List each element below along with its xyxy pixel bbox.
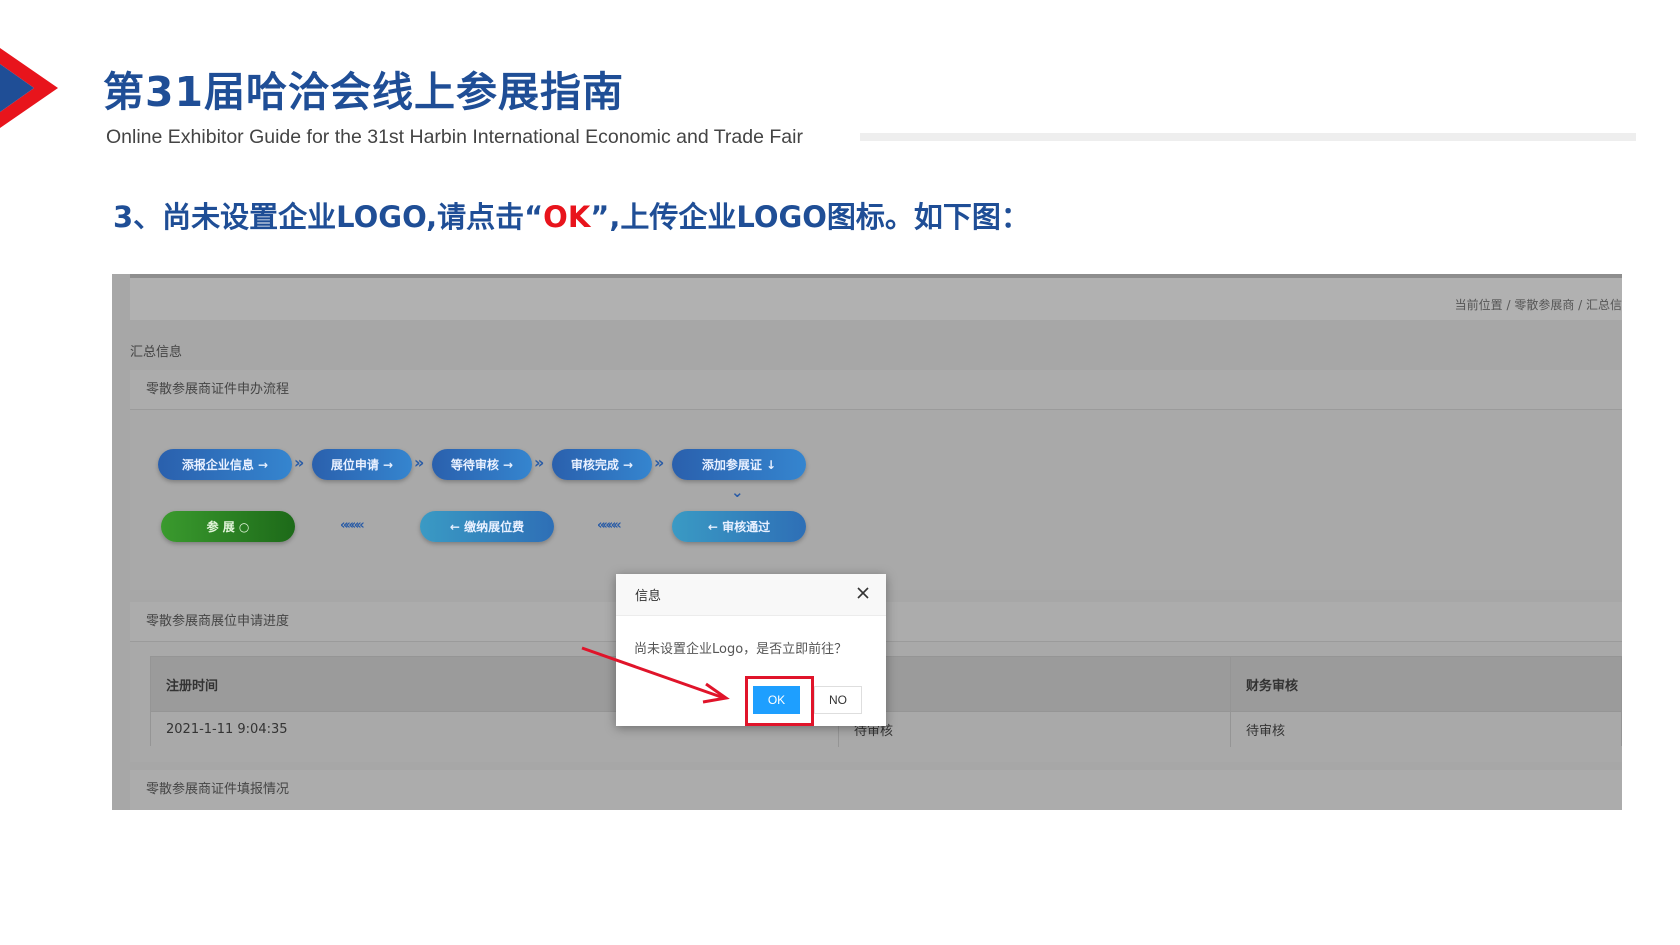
table-cell: 待审核 <box>1246 724 1286 739</box>
ok-highlight-box <box>745 676 814 726</box>
no-button[interactable]: NO <box>814 686 862 714</box>
dialog-title: 信息 <box>616 574 886 616</box>
summary-label: 汇总信息 <box>130 345 183 360</box>
flow-step-booth-apply[interactable]: 展位申请 → <box>312 449 412 480</box>
instruction-highlight: OK <box>543 200 591 234</box>
flow-left-chevron-icon: «««« <box>340 518 365 533</box>
cert-panel: 零散参展商证件填报情况 <box>130 770 1622 810</box>
flow-chevron-icon: » <box>294 453 305 472</box>
flow-step-pending-review[interactable]: 等待审核 → <box>432 449 532 480</box>
screenshot-topbar: 当前位置 / 零散参展商 / 汇总信 <box>130 274 1622 320</box>
table-row: 2021-1-11 9:04:35 待审核 待审核 <box>151 711 1621 747</box>
close-icon[interactable] <box>856 586 870 600</box>
subtitle-divider <box>860 133 1636 141</box>
page-subtitle: Online Exhibitor Guide for the 31st Harb… <box>106 126 803 148</box>
flow-chevron-icon: » <box>414 453 425 472</box>
pointer-arrow-icon <box>581 646 730 704</box>
table-header-row: 注册时间 审核 财务审核 <box>151 657 1621 711</box>
flow-step-exhibit[interactable]: 参 展 ○ <box>161 511 295 542</box>
table-cell: 待审核 <box>839 712 1231 747</box>
flow-step-review-done[interactable]: 审核完成 → <box>552 449 652 480</box>
column-header: 财务审核 <box>1246 678 1299 694</box>
breadcrumb: 当前位置 / 零散参展商 / 汇总信 <box>1454 298 1622 312</box>
flow-step-approved[interactable]: ← 审核通过 <box>672 511 806 542</box>
flow-left-chevron-icon: «««« <box>597 518 622 533</box>
instruction-prefix: 3、尚未设置企业LOGO,请点击“ <box>113 200 544 234</box>
instruction-text: 3、尚未设置企业LOGO,请点击“OK”,上传企业LOGO图标。如下图： <box>113 194 1030 236</box>
progress-table: 注册时间 审核 财务审核 2021-1-11 9:04:35 待审核 待审核 <box>150 656 1622 747</box>
column-header: 审核 <box>839 657 1231 711</box>
page-title: 第31届哈洽会线上参展指南 <box>103 68 625 116</box>
process-panel-title: 零散参展商证件申办流程 <box>130 370 1622 410</box>
flow-step-add-pass[interactable]: 添加参展证 ↓ <box>672 449 806 480</box>
cert-panel-title: 零散参展商证件填报情况 <box>130 770 1622 810</box>
corner-arrow-logo <box>0 48 58 128</box>
flow-chevron-icon: » <box>654 453 665 472</box>
embedded-screenshot: 当前位置 / 零散参展商 / 汇总信 汇总信息 零散参展商证件申办流程 添报企业… <box>112 274 1622 810</box>
flow-step-company-info[interactable]: 添报企业信息 → <box>158 449 292 480</box>
flow-down-chevron-icon: ⌄ <box>731 483 744 501</box>
instruction-suffix: ”,上传企业LOGO图标。如下图： <box>590 200 1030 234</box>
flow-step-pay-fee[interactable]: ← 缴纳展位费 <box>420 511 554 542</box>
process-panel: 零散参展商证件申办流程 添报企业信息 → » 展位申请 → » 等待审核 → »… <box>130 370 1622 590</box>
flow-chevron-icon: » <box>534 453 545 472</box>
